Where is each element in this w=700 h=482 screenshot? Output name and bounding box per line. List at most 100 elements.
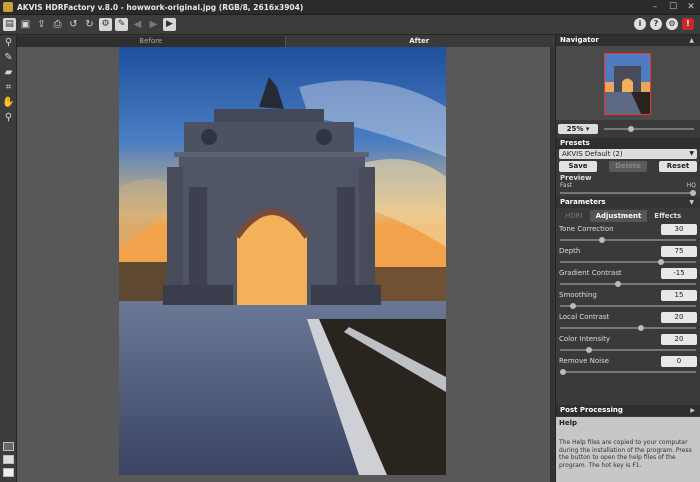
presets-buttons: Save Delete Reset <box>556 159 700 174</box>
title-bar: AKVIS HDRFactory v.8.0 - howwork-origina… <box>0 0 700 15</box>
parameter-row: Smoothing 15 <box>556 290 700 312</box>
parameter-label: Smoothing <box>559 291 597 299</box>
parameter-slider[interactable] <box>560 281 696 287</box>
reset-preset-button[interactable]: Reset <box>659 161 697 172</box>
parameter-row: Remove Noise 0 <box>556 356 700 378</box>
help-text: The Help files are copied to your comput… <box>559 439 692 469</box>
parameter-slider-knob[interactable] <box>570 303 577 309</box>
expand-icon[interactable]: ▶ <box>690 405 695 416</box>
tab-before[interactable]: Before <box>17 36 286 47</box>
parameter-slider[interactable] <box>560 303 696 309</box>
preview-slider-knob[interactable] <box>690 190 696 196</box>
arch-photo <box>119 47 446 475</box>
parameters-list: Tone Correction 30 Depth 75 Gradient Contras… <box>556 224 700 378</box>
navigator-header[interactable]: Navigator ▲ <box>556 35 700 46</box>
parameter-label: Local Contrast <box>559 313 610 321</box>
undo-icon[interactable]: ↺ <box>67 18 80 31</box>
zoom-slider[interactable] <box>604 126 694 132</box>
print-icon[interactable]: ⎙ <box>51 18 64 31</box>
parameter-slider-knob[interactable] <box>638 325 644 331</box>
help-title: Help <box>559 419 578 427</box>
maximize-icon[interactable]: ☐ <box>668 2 678 12</box>
collapse-parameters-icon[interactable]: ▼ <box>689 197 694 208</box>
view-mode-icon[interactable] <box>3 455 14 464</box>
dropper-icon[interactable]: ⚲ <box>0 35 17 50</box>
presets-title: Presets <box>560 139 590 147</box>
parameter-row: Color Intensity 20 <box>556 334 700 356</box>
eraser-icon[interactable]: ▰ <box>0 65 17 80</box>
tab-effects[interactable]: Effects <box>648 210 687 222</box>
tool-panel: ⚲ ✎ ▰ ⌗ ✋ ⚲ <box>0 35 17 482</box>
help-panel: Help The Help files are copied to your c… <box>556 417 700 482</box>
parameter-slider-knob[interactable] <box>599 237 605 243</box>
akvis-logo-icon <box>3 2 13 12</box>
back-icon[interactable]: ◀ <box>131 18 144 31</box>
parameter-slider-knob[interactable] <box>657 259 664 265</box>
parameter-slider[interactable] <box>560 369 696 375</box>
navigator-thumbnail[interactable] <box>604 53 651 115</box>
parameter-value-field[interactable]: -15 <box>661 268 697 279</box>
right-panel: Navigator ▲ 25% ▾ Presets AKVIS Default … <box>555 35 700 482</box>
tab-adjustment[interactable]: Adjustment <box>589 210 648 222</box>
preview-slider-row <box>556 189 700 197</box>
zoom-icon[interactable]: ⚲ <box>0 110 17 125</box>
open-icon[interactable]: ▤ <box>3 18 16 31</box>
parameter-row: Tone Correction 30 <box>556 224 700 246</box>
parameter-value-field[interactable]: 0 <box>661 356 697 367</box>
parameter-value-field[interactable]: 15 <box>661 290 697 301</box>
info-icon[interactable]: i <box>634 18 646 30</box>
close-icon[interactable]: ✕ <box>686 2 696 12</box>
background-color-icon[interactable] <box>3 442 14 451</box>
parameter-slider[interactable] <box>560 347 696 353</box>
hand-icon[interactable]: ✋ <box>0 95 17 110</box>
parameter-label: Gradient Contrast <box>559 269 622 277</box>
delete-preset-button[interactable]: Delete <box>609 161 647 172</box>
vertical-scrollbar[interactable] <box>550 47 554 482</box>
brush-icon[interactable]: ✎ <box>0 50 17 65</box>
parameter-slider[interactable] <box>560 259 696 265</box>
settings-view-icon[interactable]: ⚙ <box>99 18 112 31</box>
image-preview[interactable] <box>119 47 446 475</box>
redo-icon[interactable]: ↻ <box>83 18 96 31</box>
batch-icon[interactable]: ✎ <box>115 18 128 31</box>
help-icon[interactable]: ? <box>650 18 662 30</box>
post-processing-header[interactable]: Post Processing ▶ <box>556 405 700 416</box>
parameter-slider-knob[interactable] <box>614 281 621 287</box>
parameters-header[interactable]: Parameters ▼ <box>556 197 700 208</box>
parameter-value-field[interactable]: 20 <box>661 334 697 345</box>
window-title: AKVIS HDRFactory v.8.0 - howwork-origina… <box>17 2 304 12</box>
preview-slider[interactable] <box>560 190 696 196</box>
parameter-slider-knob[interactable] <box>560 369 566 375</box>
parameter-slider[interactable] <box>560 325 696 331</box>
parameter-value-field[interactable]: 20 <box>661 312 697 323</box>
alert-icon[interactable]: ! <box>682 18 694 30</box>
minimize-icon[interactable]: – <box>650 2 660 12</box>
preview-hq-label: HQ <box>686 182 696 189</box>
zoom-select[interactable]: 25% ▾ <box>558 124 598 134</box>
tab-hdri[interactable]: HDRI <box>559 210 589 222</box>
save-icon[interactable]: ▣ <box>19 18 32 31</box>
parameter-label: Color Intensity <box>559 335 610 343</box>
tab-after[interactable]: After <box>285 36 553 47</box>
presets-header: Presets <box>556 138 700 149</box>
zoom-row: 25% ▾ <box>556 120 700 138</box>
post-processing-title: Post Processing <box>560 406 623 414</box>
save-preset-button[interactable]: Save <box>559 161 597 172</box>
collapse-icon[interactable]: ▲ <box>689 35 694 46</box>
zoom-slider-knob[interactable] <box>628 126 634 132</box>
parameter-slider-knob[interactable] <box>586 347 592 353</box>
presets-dropdown[interactable]: AKVIS Default (2) ▼ <box>559 149 697 159</box>
foreground-color-icon[interactable] <box>3 468 14 477</box>
export-icon[interactable]: ⇪ <box>35 18 48 31</box>
crop-icon[interactable]: ⌗ <box>0 80 17 95</box>
parameter-label: Remove Noise <box>559 357 610 365</box>
parameter-slider[interactable] <box>560 237 696 243</box>
gear-icon[interactable]: ⚙ <box>666 18 678 30</box>
chevron-down-icon: ▼ <box>689 150 694 157</box>
presets-selected-value: AKVIS Default (2) <box>562 150 623 158</box>
toolbar: ▤ ▣ ⇪ ⎙ ↺ ↻ ⚙ ✎ ◀ ▶ ▶ i ? ⚙ ! <box>0 15 700 35</box>
parameter-value-field[interactable]: 75 <box>661 246 697 257</box>
run-icon[interactable]: ▶ <box>163 18 176 31</box>
parameter-value-field[interactable]: 30 <box>661 224 697 235</box>
forward-icon[interactable]: ▶ <box>147 18 160 31</box>
